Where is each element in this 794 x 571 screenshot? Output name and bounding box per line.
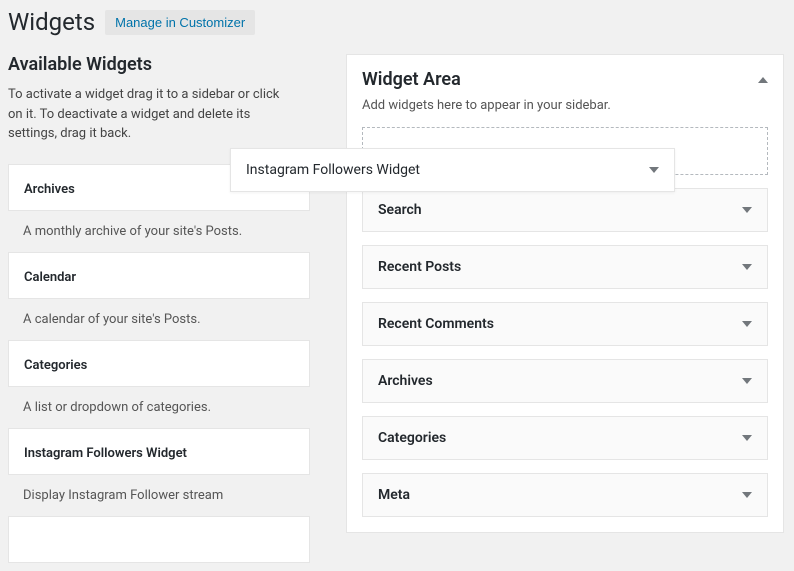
- sidebar-widget-meta[interactable]: Meta: [362, 473, 768, 517]
- sidebar-widget-archives[interactable]: Archives: [362, 359, 768, 403]
- widget-title: Categories: [24, 358, 87, 373]
- available-widgets-desc: To activate a widget drag it to a sideba…: [8, 85, 288, 144]
- available-widget-categories[interactable]: Categories: [8, 340, 310, 387]
- widget-desc: A monthly archive of your site's Posts.: [8, 211, 310, 252]
- chevron-down-icon: [742, 264, 752, 270]
- chevron-down-icon: [742, 492, 752, 498]
- sidebar-widget-title: Categories: [378, 430, 446, 446]
- sidebar-widget-recent-comments[interactable]: Recent Comments: [362, 302, 768, 346]
- chevron-down-icon: [742, 435, 752, 441]
- sidebar-widget-title: Recent Posts: [378, 259, 461, 275]
- sidebar-widget-title: Archives: [378, 373, 433, 389]
- sidebar-widget-title: Meta: [378, 487, 410, 503]
- widget-area-column: Widget Area Add widgets here to appear i…: [346, 54, 784, 563]
- chevron-down-icon: [742, 207, 752, 213]
- widget-desc: Display Instagram Follower stream: [8, 475, 310, 516]
- page-title: Widgets: [8, 8, 95, 36]
- dragging-widget[interactable]: Instagram Followers Widget: [230, 148, 675, 192]
- widget-title: Archives: [24, 182, 75, 197]
- sidebar-widget-title: Recent Comments: [378, 316, 494, 332]
- available-widget-next[interactable]: [8, 516, 310, 563]
- chevron-down-icon: [649, 167, 659, 173]
- sidebar-widget-recent-posts[interactable]: Recent Posts: [362, 245, 768, 289]
- sidebar-widget-search[interactable]: Search: [362, 188, 768, 232]
- available-widgets-column: Available Widgets To activate a widget d…: [8, 54, 310, 563]
- widget-area-title: Widget Area: [362, 69, 461, 90]
- sidebar-widget-categories[interactable]: Categories: [362, 416, 768, 460]
- collapse-icon[interactable]: [758, 77, 768, 83]
- widget-title: Instagram Followers Widget: [24, 446, 187, 461]
- available-widgets-heading: Available Widgets: [8, 54, 310, 75]
- widget-area-desc: Add widgets here to appear in your sideb…: [362, 98, 768, 113]
- page-header: Widgets Manage in Customizer: [8, 8, 784, 36]
- widget-desc: A calendar of your site's Posts.: [8, 299, 310, 340]
- sidebar-widget-title: Search: [378, 202, 422, 218]
- available-widget-instagram[interactable]: Instagram Followers Widget: [8, 428, 310, 475]
- dragging-widget-title: Instagram Followers Widget: [246, 162, 420, 178]
- chevron-down-icon: [742, 378, 752, 384]
- chevron-down-icon: [742, 321, 752, 327]
- available-widget-calendar[interactable]: Calendar: [8, 252, 310, 299]
- manage-in-customizer-button[interactable]: Manage in Customizer: [105, 10, 255, 35]
- widget-title: Calendar: [24, 270, 76, 285]
- widget-desc: A list or dropdown of categories.: [8, 387, 310, 428]
- widget-title: [24, 534, 27, 549]
- widget-area-panel: Widget Area Add widgets here to appear i…: [346, 54, 784, 533]
